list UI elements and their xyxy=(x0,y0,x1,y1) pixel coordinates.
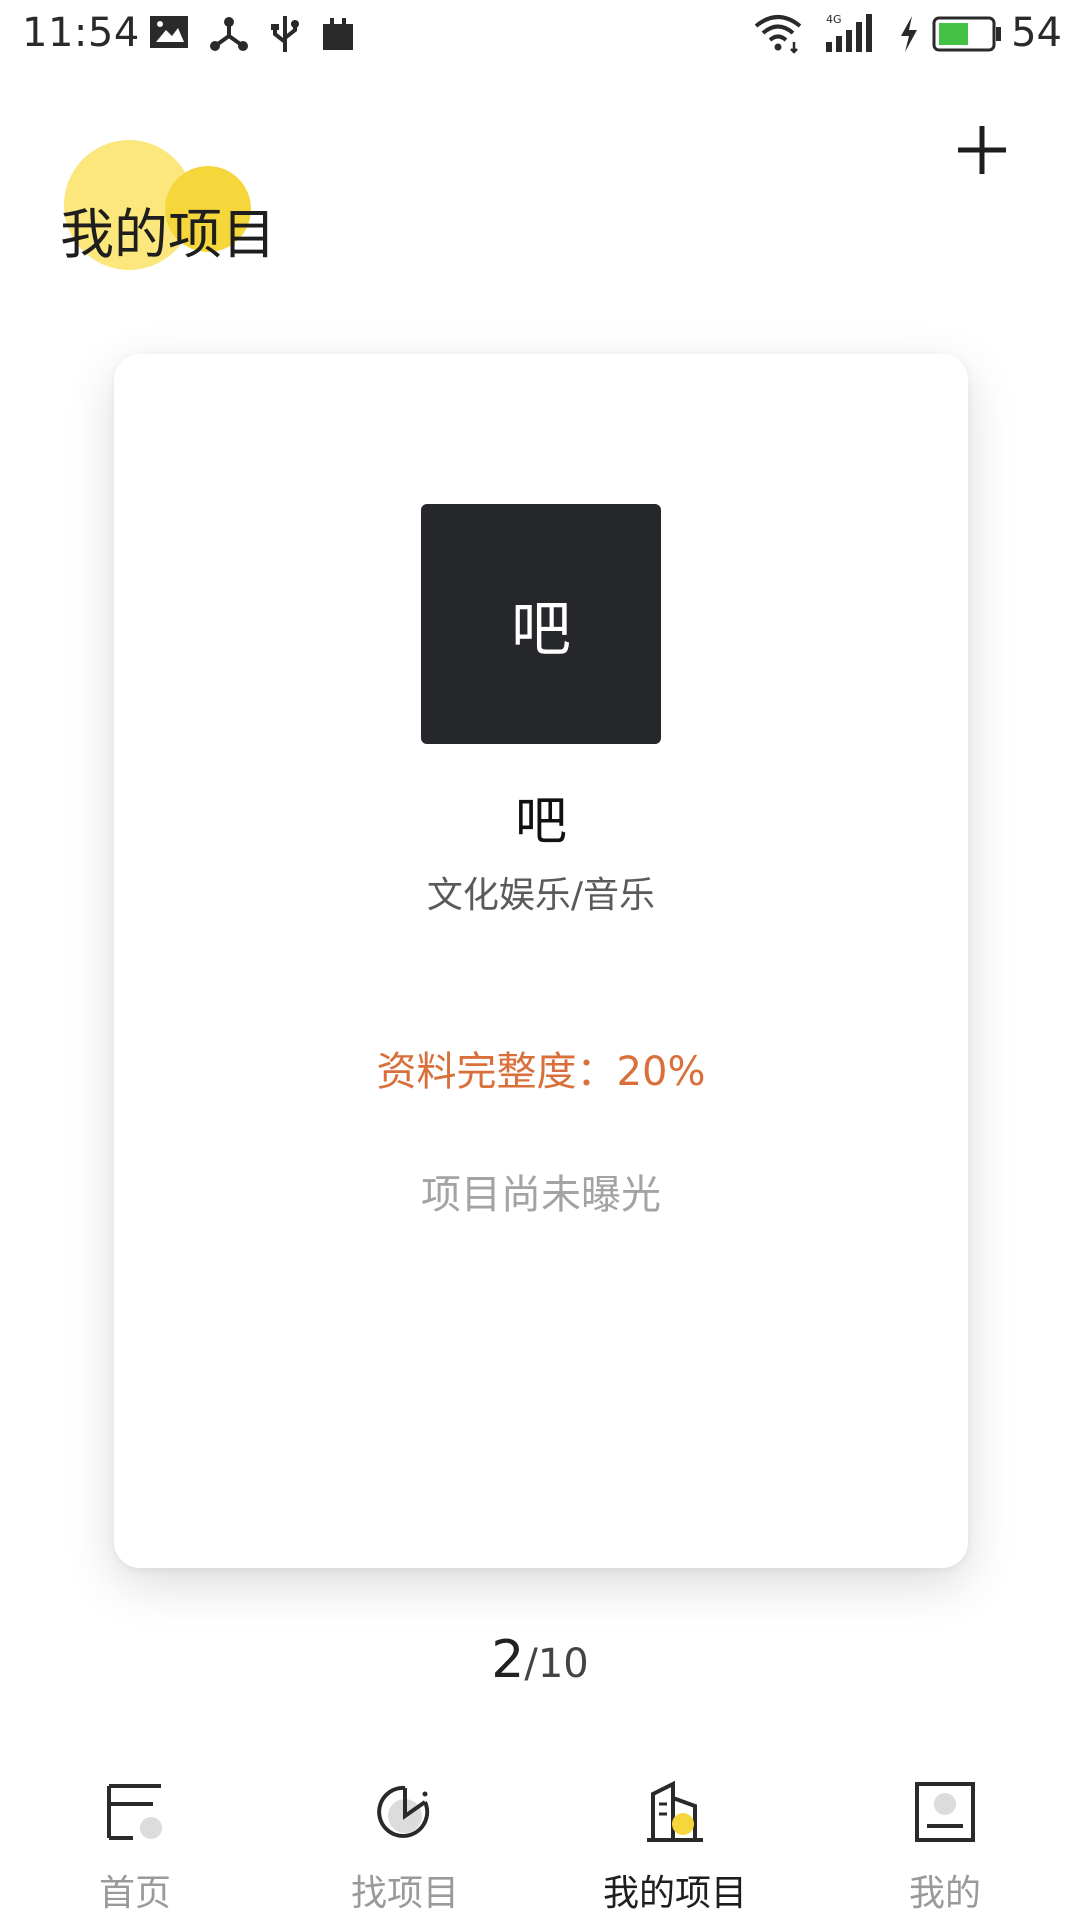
find-project-icon xyxy=(373,1780,437,1844)
gallery-icon xyxy=(148,14,190,54)
home-icon xyxy=(103,1780,167,1844)
usb-icon xyxy=(268,14,302,58)
profile-completeness: 资料完整度：20% xyxy=(376,1049,706,1095)
nav-item-profile[interactable]: 我的 xyxy=(810,1760,1080,1920)
network-type-label: 4G xyxy=(826,13,842,26)
charging-icon xyxy=(898,14,920,58)
plus-icon xyxy=(958,126,1006,174)
project-card[interactable]: 吧 吧 文化娱乐/音乐 资料完整度：20% 项目尚未曝光 xyxy=(114,354,968,1568)
nav-label-profile: 我的 xyxy=(908,1873,981,1914)
profile-icon xyxy=(913,1780,977,1844)
nav-label-my-projects: 我的项目 xyxy=(602,1873,747,1914)
notification-icon xyxy=(320,14,356,58)
project-name: 吧 xyxy=(514,792,567,852)
status-time: 11:54 xyxy=(22,10,140,56)
exposure-status: 项目尚未曝光 xyxy=(421,1172,661,1218)
nav-item-find-project[interactable]: 找项目 xyxy=(270,1760,540,1920)
bottom-nav: 首页 找项目 我的项目 我的 xyxy=(0,1760,1080,1920)
nav-item-home[interactable]: 首页 xyxy=(0,1760,270,1920)
page-title: 我的项目 xyxy=(60,203,276,266)
cell-signal-icon: 4G xyxy=(822,12,880,58)
my-projects-icon xyxy=(643,1780,707,1844)
share-icon xyxy=(208,14,250,58)
nav-label-home: 首页 xyxy=(98,1873,171,1914)
add-project-button[interactable] xyxy=(950,118,1014,182)
nav-label-find-project: 找项目 xyxy=(350,1873,459,1914)
battery-percentage: 54 xyxy=(1011,10,1062,56)
battery-icon xyxy=(932,16,1002,56)
wifi-icon xyxy=(752,14,804,58)
pager-separator: / xyxy=(524,1641,538,1687)
nav-item-my-projects[interactable]: 我的项目 xyxy=(540,1760,810,1920)
project-category: 文化娱乐/音乐 xyxy=(426,875,656,916)
page-header: 我的项目 xyxy=(60,140,320,280)
status-bar: 11:54 4G 54 xyxy=(0,0,1080,66)
card-pager: 2/10 xyxy=(0,1630,1080,1690)
project-avatar: 吧 xyxy=(421,504,661,744)
pager-total: 10 xyxy=(537,1641,589,1687)
project-avatar-char: 吧 xyxy=(511,594,571,665)
pager-current: 2 xyxy=(491,1630,525,1690)
